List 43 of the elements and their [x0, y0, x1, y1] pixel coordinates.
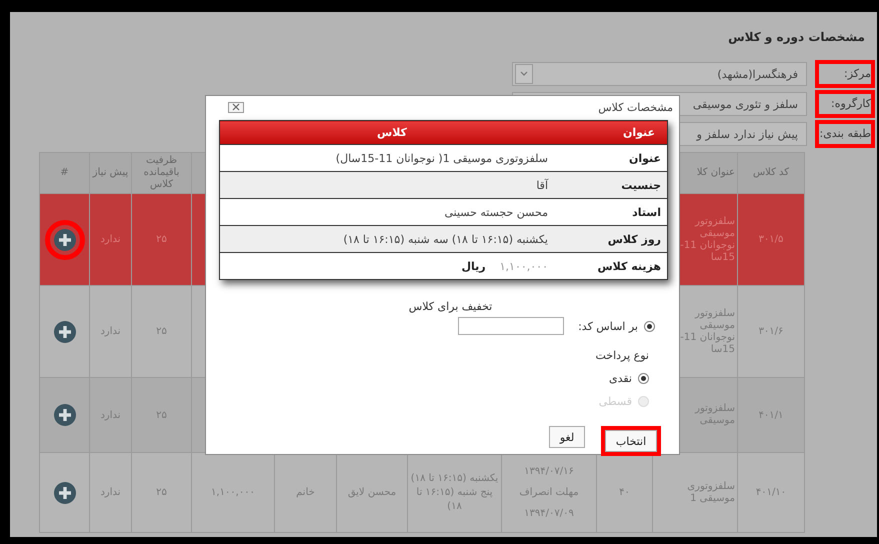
cell-text: یکشنبه (۱۶:۱۵ تا ۱۸) پنج شنبه (۱۶:۱۵ تا ۱۸) — [410, 472, 499, 514]
detail-value: یکشنبه (۱۶:۱۵ تا ۱۸) سه شنبه (۱۶:۱۵ تا ۱۸) — [343, 232, 548, 246]
dialog-title: مشخصات کلاس — [598, 100, 673, 114]
cell-text: سلفزوتوری موسیقی 1 — [686, 480, 735, 504]
field-label: طبقه بندی: — [815, 120, 875, 148]
detail-value: ۱,۱۰۰,۰۰۰ — [500, 260, 548, 272]
cell-text: ۴۰ — [618, 487, 631, 498]
detail-label: روز کلاس — [608, 232, 661, 246]
detail-value: محسن حجسته حسینی — [444, 206, 548, 218]
detail-label: هزینه کلاس — [597, 260, 661, 272]
cell-text: ندارد — [99, 326, 122, 337]
detail-value: آقا — [536, 178, 548, 192]
cell-text: ۱۳۹۴/۰۷/۱۶ — [523, 466, 575, 477]
column-header: عنوان — [564, 120, 668, 144]
currency-unit: ریال — [462, 260, 486, 272]
cell-text: سلفزوتور موسیقی نوجوانان 11-15سا — [679, 216, 735, 264]
detail-label: استاد — [632, 206, 661, 218]
column-header: کد کلاس — [738, 152, 804, 194]
page-title: مشخصات دوره و کلاس — [727, 29, 866, 46]
cell-text: سلفزوتور موسیقی نوجوانان 11-15سا — [679, 308, 735, 356]
select-value: فرهنگسرا(مشهد) — [717, 68, 798, 80]
cell-text: ۱۳۹۴/۰۷/۰۹ — [523, 508, 575, 519]
column-header: # — [40, 152, 90, 194]
column-header: کلاس — [220, 120, 564, 144]
cell-text: ۲۵ — [155, 487, 168, 498]
cell-text: ۲۵ — [155, 326, 168, 337]
field-label: کارگروه: — [815, 90, 875, 118]
cell-text: محسن لایق — [346, 487, 398, 498]
cell-text: مهلت انصراف — [518, 487, 580, 498]
section-heading: تخفیف برای کلاس — [408, 300, 492, 313]
section-heading: نوع پرداخت — [594, 349, 649, 362]
cell-text: خانم — [295, 487, 316, 498]
detail-value: سلفزوتوری موسیقی 1( نوجوانان 11-15سال) — [336, 152, 548, 164]
cell-text: ۱,۱۰۰,۰۰۰ — [210, 487, 256, 498]
field-label: مرکز: — [815, 60, 875, 88]
cell-text: ۴۰۱/۱۰ — [754, 487, 788, 498]
column-header: ظرفیت باقیمانده کلاس — [132, 152, 192, 194]
cell-text: ندارد — [99, 234, 122, 245]
cell-text: ۲۵ — [155, 234, 168, 245]
cell-text: ندارد — [99, 487, 122, 498]
column-header: پیش نیاز — [90, 152, 132, 194]
cell-text: ۳۰۱/۵ — [758, 234, 784, 245]
cell-text: ۳۰۱/۶ — [758, 326, 784, 337]
